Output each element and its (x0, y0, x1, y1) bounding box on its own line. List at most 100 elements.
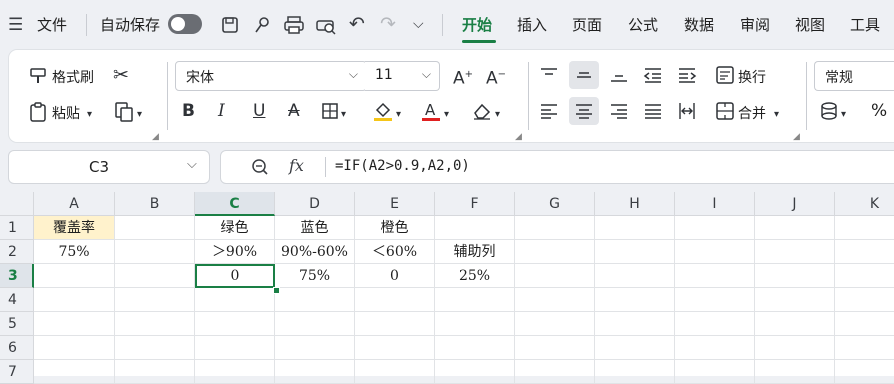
cell-j1[interactable] (755, 216, 835, 240)
borders-icon[interactable] (321, 102, 339, 120)
row-header-6[interactable]: 6 (0, 336, 34, 360)
cell-g7[interactable] (515, 360, 595, 384)
column-header-a[interactable]: A (34, 192, 115, 216)
chevron-down-icon[interactable]: ▾ (444, 104, 449, 126)
decrease-indent-icon[interactable] (643, 66, 663, 84)
cell-e2[interactable]: ＜60% (355, 240, 435, 264)
group-launcher-icon[interactable]: ◢ (152, 126, 159, 148)
cell-a7[interactable] (34, 360, 115, 384)
cell-d4[interactable] (275, 288, 355, 312)
currency-icon[interactable] (819, 101, 839, 121)
cut-icon[interactable]: ✂ (113, 64, 129, 86)
cell-e6[interactable] (355, 336, 435, 360)
cell-i4[interactable] (675, 288, 755, 312)
chevron-down-icon[interactable]: ▾ (396, 104, 401, 126)
cell-a5[interactable] (34, 312, 115, 336)
align-center-icon[interactable] (574, 102, 594, 120)
align-top-icon[interactable] (539, 66, 559, 84)
chevron-down-icon[interactable]: ▾ (841, 104, 846, 126)
cell-k3[interactable] (835, 264, 894, 288)
cell-g1[interactable] (515, 216, 595, 240)
cell-k5[interactable] (835, 312, 894, 336)
tab-page[interactable]: 页面 (572, 14, 602, 35)
cell-f2[interactable]: 辅助列 (435, 240, 515, 264)
cell-h5[interactable] (595, 312, 675, 336)
cell-a6[interactable] (34, 336, 115, 360)
align-bottom-icon[interactable] (609, 66, 629, 84)
chevron-down-icon[interactable]: ⌵ (187, 157, 197, 172)
tab-data[interactable]: 数据 (684, 14, 714, 35)
cell-c2[interactable]: ＞90% (195, 240, 275, 264)
cell-k4[interactable] (835, 288, 894, 312)
wrap-text-label[interactable]: 换行 (738, 67, 766, 87)
cell-d1[interactable]: 蓝色 (275, 216, 355, 240)
wrap-text-icon[interactable] (715, 65, 735, 85)
cell-a4[interactable] (34, 288, 115, 312)
group-launcher-icon[interactable]: ◢ (793, 126, 800, 148)
cell-c7[interactable] (195, 360, 275, 384)
cell-b2[interactable] (115, 240, 195, 264)
cell-i5[interactable] (675, 312, 755, 336)
cell-b3[interactable] (115, 264, 195, 288)
cell-f6[interactable] (435, 336, 515, 360)
tab-tools[interactable]: 工具 (850, 14, 880, 35)
column-header-c[interactable]: C (195, 192, 275, 216)
fill-handle[interactable] (273, 287, 280, 294)
column-header-e[interactable]: E (355, 192, 435, 216)
align-left-icon[interactable] (539, 102, 559, 120)
chevron-down-icon[interactable]: ▾ (341, 104, 346, 126)
increase-indent-icon[interactable] (677, 66, 697, 84)
cell-g5[interactable] (515, 312, 595, 336)
cell-a2[interactable]: 75% (34, 240, 115, 264)
column-header-j[interactable]: J (755, 192, 835, 216)
row-header-2[interactable]: 2 (0, 240, 34, 264)
cell-e4[interactable] (355, 288, 435, 312)
cell-h3[interactable] (595, 264, 675, 288)
cell-f1[interactable] (435, 216, 515, 240)
cell-e1[interactable]: 橙色 (355, 216, 435, 240)
cell-f3[interactable]: 25% (435, 264, 515, 288)
cell-g2[interactable] (515, 240, 595, 264)
cell-i1[interactable] (675, 216, 755, 240)
column-header-b[interactable]: B (115, 192, 195, 216)
align-middle-icon[interactable] (574, 66, 594, 84)
cell-b4[interactable] (115, 288, 195, 312)
zoom-formula-icon[interactable] (251, 158, 269, 176)
chevron-down-icon[interactable]: ▾ (87, 104, 92, 126)
underline-icon[interactable]: U (253, 100, 265, 122)
formula-bar[interactable]: fx =IF(A2>0.9,A2,0) (220, 150, 894, 184)
column-header-i[interactable]: I (675, 192, 755, 216)
cell-j6[interactable] (755, 336, 835, 360)
column-header-g[interactable]: G (515, 192, 595, 216)
cell-k2[interactable] (835, 240, 894, 264)
print-icon[interactable] (283, 15, 305, 35)
decrease-font-icon[interactable]: A− (486, 64, 506, 90)
cell-h7[interactable] (595, 360, 675, 384)
cell-d2[interactable]: 90%-60% (275, 240, 355, 264)
paste-label[interactable]: 粘贴 (52, 103, 80, 123)
cell-b6[interactable] (115, 336, 195, 360)
cell-h2[interactable] (595, 240, 675, 264)
cell-k6[interactable] (835, 336, 894, 360)
column-header-k[interactable]: K (835, 192, 894, 216)
print-preview-icon[interactable] (315, 15, 337, 35)
tab-formulas[interactable]: 公式 (628, 14, 658, 35)
column-header-h[interactable]: H (595, 192, 675, 216)
row-header-3[interactable]: 3 (0, 264, 34, 288)
cell-f7[interactable] (435, 360, 515, 384)
column-header-d[interactable]: D (275, 192, 355, 216)
justify-icon[interactable] (643, 102, 663, 120)
tab-view[interactable]: 视图 (795, 14, 825, 35)
cell-e3[interactable]: 0 (355, 264, 435, 288)
align-right-icon[interactable] (609, 102, 629, 120)
cell-e7[interactable] (355, 360, 435, 384)
cell-k1[interactable] (835, 216, 894, 240)
cell-i2[interactable] (675, 240, 755, 264)
cell-f4[interactable] (435, 288, 515, 312)
format-painter-label[interactable]: 格式刷 (52, 67, 94, 87)
cell-k7[interactable] (835, 360, 894, 384)
format-painter-icon[interactable] (28, 66, 48, 86)
cell-c5[interactable] (195, 312, 275, 336)
strikethrough-icon[interactable]: A (288, 100, 300, 122)
tab-review[interactable]: 审阅 (740, 14, 770, 35)
